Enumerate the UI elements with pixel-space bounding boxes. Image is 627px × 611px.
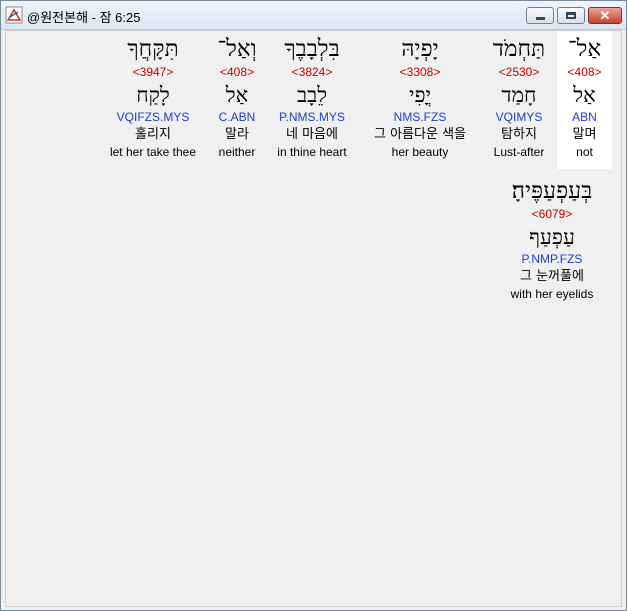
hebrew-word: אַל־ [567,36,602,62]
word-column-5[interactable]: וְאַל־ <408> אַל C.ABN 말라 neither [210,31,264,159]
hebrew-word: וְאַל־ [217,36,257,62]
hebrew-word: יָפְיָהּ [401,36,439,62]
word-column-4[interactable]: בִּלְבָבֶךָ <3824> לֵבָב P.NMS.MYS 네 마음에… [270,31,354,159]
morphology-code[interactable]: NMS.FZS [360,110,480,124]
hebrew-word: תַּחְמֹד [492,36,546,62]
korean-gloss: 그 눈꺼풀에 [520,269,584,284]
english-gloss: Lust-after [493,145,545,159]
app-icon [5,6,23,24]
maximize-button[interactable] [557,7,585,24]
word-column-1[interactable]: אַל־ <408> אַל ABN 말며 not [557,31,612,169]
main-window: @원전본해 - 잠 6:25 ✕ אַל־ <408> אַל ABN 말며 n… [0,0,627,611]
root-word: לָקַח [136,83,170,107]
english-gloss: not [576,145,593,159]
minimize-icon [536,17,545,20]
morphology-code[interactable]: VQIFZS.MYS [102,110,204,124]
strong-number[interactable]: <3947> [102,65,204,79]
hebrew-word: בְּעַפְעַפֶּיהָ׃ [511,178,593,204]
korean-gloss: 말며 [572,127,597,142]
strong-number[interactable]: <408> [210,65,264,79]
window-title: @원전본해 - 잠 6:25 [27,10,141,25]
english-gloss: her beauty [391,145,449,159]
korean-gloss: 말라 [225,127,249,142]
interlinear-view: אַל־ <408> אַל ABN 말며 not תַּחְמֹד <2530… [5,30,622,607]
korean-gloss: 홀리지 [135,127,171,142]
minimize-button[interactable] [526,7,554,24]
word-column-7[interactable]: בְּעַפְעַפֶּיהָ׃ <6079> עַפְעַף P.NMP.FZ… [500,175,604,301]
strong-number[interactable]: <3824> [270,65,354,79]
english-gloss: in thine heart [277,145,347,159]
close-button[interactable]: ✕ [588,7,622,24]
close-icon: ✕ [599,8,611,23]
strong-number[interactable]: <3308> [360,65,480,79]
word-column-3[interactable]: יָפְיָהּ <3308> יֳפִי NMS.FZS 그 아름다운 색을 … [360,31,480,159]
morphology-code[interactable]: VQIMYS [486,110,552,124]
title-bar[interactable]: @원전본해 - 잠 6:25 ✕ [1,1,626,30]
root-word: אַל [573,83,596,107]
korean-gloss: 탐하지 [501,127,537,142]
english-gloss: neither [218,145,256,159]
english-gloss: let her take thee [109,145,197,159]
korean-gloss: 네 마음에 [286,127,338,142]
root-word: יֳפִי [408,83,431,107]
morphology-code[interactable]: P.NMP.FZS [500,252,604,266]
hebrew-word: תִּקָּחֲךָ [127,36,179,62]
morphology-code[interactable]: ABN [557,110,612,124]
root-word: אַל [225,83,249,107]
strong-number[interactable]: <6079> [500,207,604,221]
word-column-2[interactable]: תַּחְמֹד <2530> חָמַד VQIMYS 탐하지 Lust-af… [486,31,552,159]
hebrew-word: בִּלְבָבֶךָ [284,36,340,62]
korean-gloss: 그 아름다운 색을 [374,127,466,142]
word-column-6[interactable]: תִּקָּחֲךָ <3947> לָקַח VQIFZS.MYS 홀리지 l… [102,31,204,159]
root-word: עַפְעַף [529,225,575,249]
morphology-code[interactable]: P.NMS.MYS [270,110,354,124]
strong-number[interactable]: <408> [557,65,612,79]
root-word: חָמַד [501,83,537,107]
morphology-code[interactable]: C.ABN [210,110,264,124]
root-word: לֵבָב [296,83,328,107]
strong-number[interactable]: <2530> [486,65,552,79]
english-gloss: with her eyelids [510,287,594,301]
maximize-icon [566,12,576,19]
